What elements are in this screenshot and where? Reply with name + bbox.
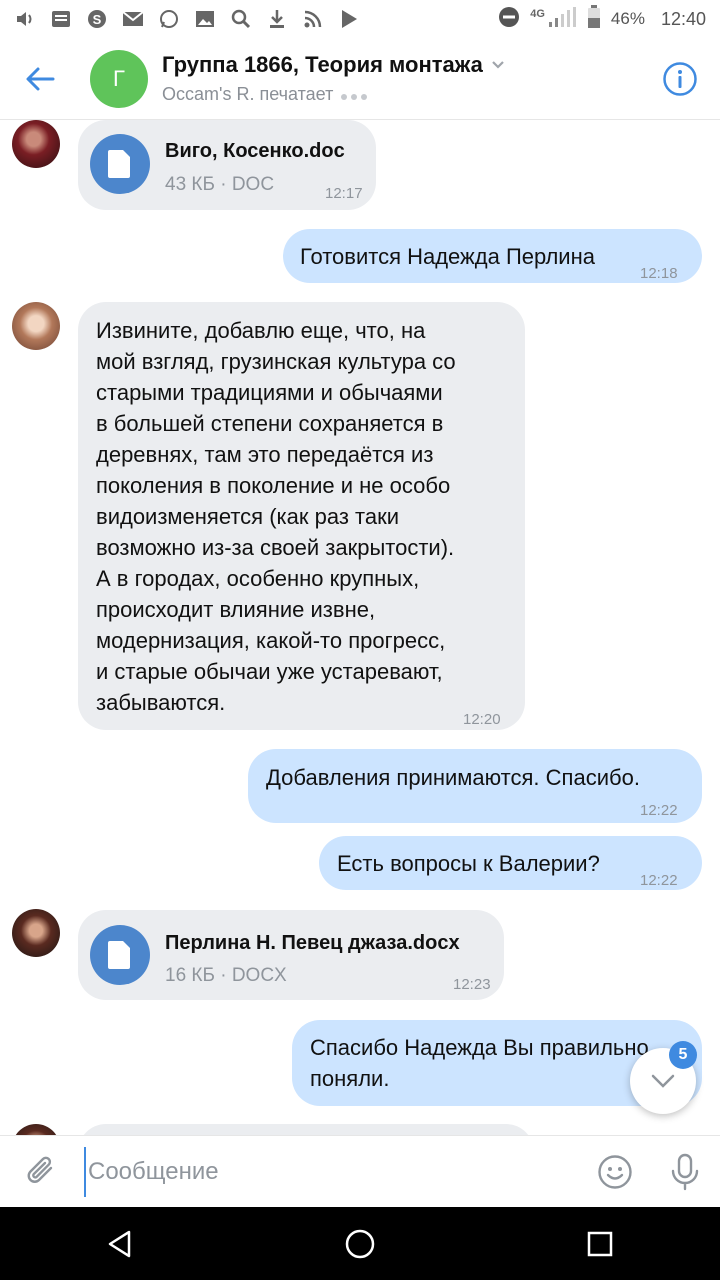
triangle-back-icon xyxy=(108,1230,131,1257)
attach-button[interactable] xyxy=(0,1136,84,1208)
rss-icon xyxy=(302,9,324,29)
message-text: Готовится Надежда Перлина xyxy=(300,244,595,269)
file-name[interactable]: Виго, Косенко.doc xyxy=(165,136,345,167)
chat-header: Г Группа 1866, Теория монтажа Occam's R.… xyxy=(0,38,720,120)
emoji-button[interactable] xyxy=(580,1136,650,1208)
sender-avatar[interactable] xyxy=(12,302,60,350)
clock: 12:40 xyxy=(660,8,706,29)
status-bar: S 4G 46% 12:40 xyxy=(0,0,720,38)
svg-text:S: S xyxy=(93,12,102,27)
play-store-icon xyxy=(338,9,360,29)
chat-title-area[interactable]: Группа 1866, Теория монтажа Occam's R. п… xyxy=(162,52,640,105)
battery-percent: 46% xyxy=(610,9,645,28)
system-navigation-bar xyxy=(0,1207,720,1280)
microphone-icon xyxy=(671,1153,699,1190)
voice-message-button[interactable] xyxy=(650,1136,720,1208)
group-avatar[interactable]: Г xyxy=(90,49,148,108)
chat-title: Группа 1866, Теория монтажа xyxy=(162,52,483,77)
file-meta: 43 КБ · DOC xyxy=(165,174,275,195)
message-time: 12:20 xyxy=(463,711,501,728)
smiley-icon xyxy=(598,1154,632,1189)
nav-back-button[interactable] xyxy=(80,1207,160,1280)
message-bubble[interactable]: Перлина Н. Певец джаза.docx 16 КБ · DOCX… xyxy=(78,910,504,1000)
file-icon[interactable] xyxy=(90,925,150,985)
news-icon xyxy=(50,9,72,29)
notification-icons: S xyxy=(14,9,360,29)
message-input[interactable] xyxy=(84,1146,580,1197)
system-indicators: 4G 46% 12:40 xyxy=(498,4,706,34)
square-recents-icon xyxy=(587,1231,613,1256)
message-bubble[interactable]: Извините, добавлю еще, что, на мой взгля… xyxy=(78,302,525,730)
message-text: Добавления принимаются. Спасибо. xyxy=(266,765,640,790)
signal-icon xyxy=(547,6,577,33)
message-bubble[interactable]: Есть вопросы к Валерии? 12:22 xyxy=(319,836,702,890)
nav-recents-button[interactable] xyxy=(560,1207,640,1280)
message-text: Есть вопросы к Валерии? xyxy=(337,851,600,876)
gallery-icon xyxy=(194,9,216,29)
message-bubble[interactable]: Добавления принимаются. Спасибо. 12:22 xyxy=(248,749,702,823)
message-composer xyxy=(0,1135,720,1207)
message-time: 12:22 xyxy=(640,802,678,819)
back-button[interactable] xyxy=(0,38,80,120)
skype-icon: S xyxy=(86,9,108,29)
message-text: Спасибо Надежда Вы правильно поняли. xyxy=(310,1035,649,1091)
network-type: 4G xyxy=(530,8,545,20)
message-text: Извините, добавлю еще, что, на мой взгля… xyxy=(96,318,456,715)
arrow-left-icon xyxy=(26,67,55,90)
chat-title-row: Группа 1866, Теория монтажа xyxy=(162,52,640,78)
sender-avatar[interactable] xyxy=(12,1124,60,1135)
nav-home-button[interactable] xyxy=(320,1207,400,1280)
circle-home-icon xyxy=(345,1229,375,1258)
battery-icon xyxy=(587,4,601,34)
typing-status-row: Occam's R. печатает xyxy=(162,84,640,105)
chevron-down-icon xyxy=(492,61,504,69)
sender-avatar[interactable] xyxy=(12,909,60,957)
sender-avatar[interactable] xyxy=(12,120,60,168)
typing-status: Occam's R. печатает xyxy=(162,84,334,104)
file-icon[interactable] xyxy=(90,134,150,194)
dnd-icon xyxy=(498,6,520,33)
info-icon xyxy=(663,61,697,96)
message-list[interactable]: Виго, Косенко.doc 43 КБ · DOC 12:17 Гото… xyxy=(0,120,720,1135)
paperclip-icon xyxy=(27,1156,53,1183)
typing-dots xyxy=(341,84,371,105)
file-meta: 16 КБ · DOCX xyxy=(165,965,287,986)
mail-icon xyxy=(122,9,144,29)
message-time: 12:18 xyxy=(640,265,678,282)
file-name[interactable]: Перлина Н. Певец джаза.docx xyxy=(165,928,460,959)
search-icon xyxy=(230,9,252,29)
volume-icon xyxy=(14,9,36,29)
chevron-down-icon xyxy=(651,1074,675,1088)
message-bubble[interactable]: Виго, Косенко.doc 43 КБ · DOC 12:17 xyxy=(78,120,376,210)
download-icon xyxy=(266,9,288,29)
message-time: 12:22 xyxy=(640,872,678,889)
unread-badge: 5 xyxy=(669,1041,697,1069)
message-time: 12:17 xyxy=(325,185,363,202)
message-bubble[interactable]: Готовится Надежда Перлина 12:18 xyxy=(283,229,702,283)
info-button[interactable] xyxy=(640,38,720,120)
message-bubble[interactable] xyxy=(78,1124,534,1135)
whatsapp-icon xyxy=(158,9,180,29)
message-time: 12:23 xyxy=(453,976,491,993)
